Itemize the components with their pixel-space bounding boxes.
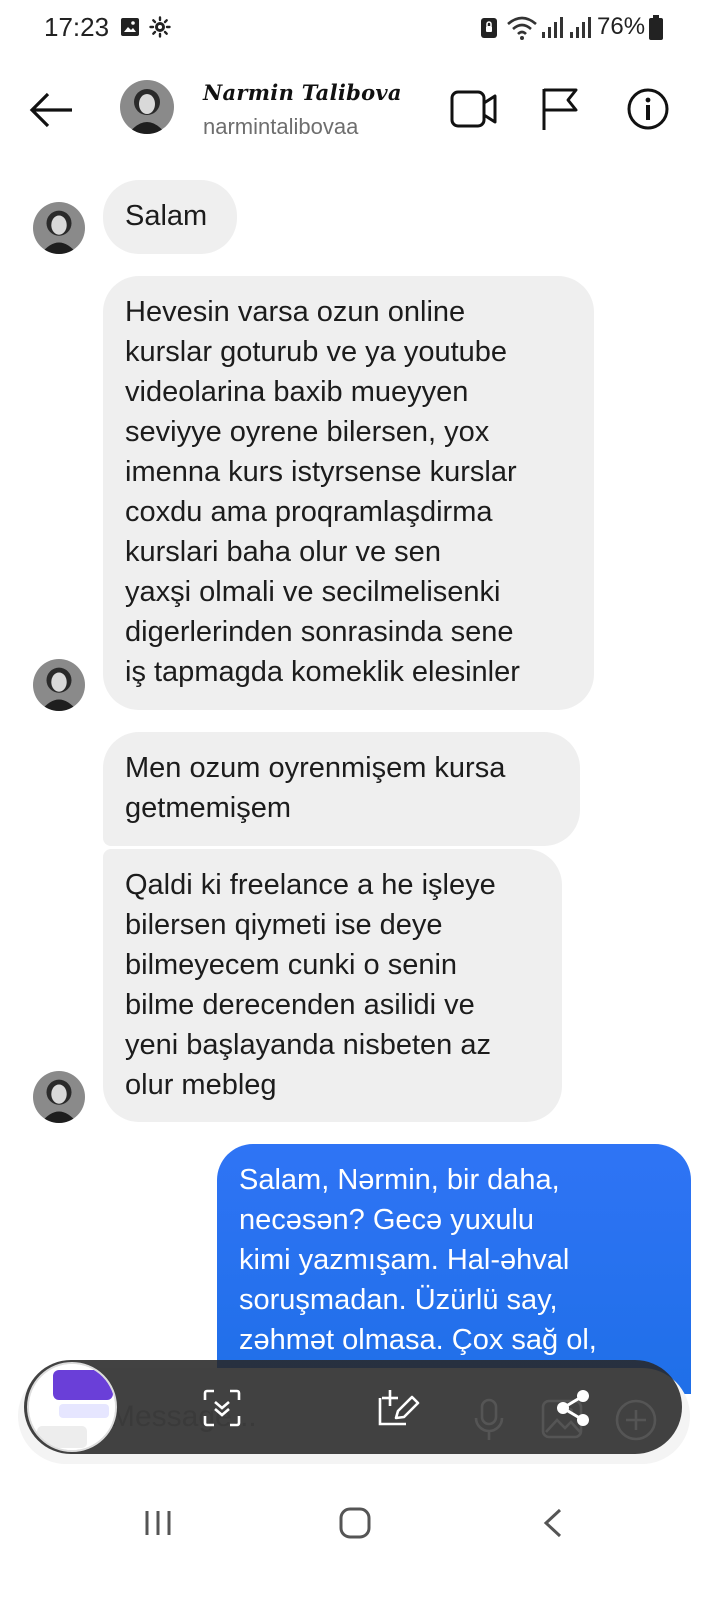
message-text: getmemişem [125, 792, 291, 824]
message-text: Men ozum oyrenmişem kursa [125, 752, 506, 784]
message-text: coxdu ama proqramlaşdirma [125, 496, 493, 528]
profile-photo [33, 1071, 85, 1123]
message-text: Salam, Nərmin, bir daha, [239, 1164, 560, 1196]
lock-icon [481, 18, 497, 38]
message-text: kurslar goturub ve ya youtube [125, 336, 508, 368]
sender-avatar[interactable] [33, 202, 85, 254]
message-text: videolarina baxib mueyyen [125, 376, 469, 408]
screenshot-preview [29, 1364, 115, 1450]
message-text: kurslari baha olur ve sen [125, 536, 441, 568]
message-bubble-received[interactable]: Hevesin varsa ozun online kurslar goturu… [103, 276, 594, 710]
signal-icon [542, 17, 563, 38]
edit-icon[interactable] [376, 1386, 422, 1430]
message-bubble-received[interactable]: Qaldi ki freelance a he işleye bilersen … [103, 849, 562, 1122]
back-arrow-icon[interactable] [28, 90, 74, 130]
message-bubble-received[interactable]: Men ozum oyrenmişem kursa getmemişem [103, 732, 580, 846]
profile-photo [33, 202, 85, 254]
recent-apps-icon[interactable] [142, 1508, 174, 1538]
gallery-icon [121, 18, 139, 36]
message-text: Salam [125, 200, 208, 232]
wifi-icon [507, 16, 537, 40]
message-text: yaxşi olmali ve secilmelisenki [125, 576, 501, 608]
profile-photo [120, 80, 174, 134]
video-call-icon[interactable] [450, 88, 498, 130]
system-navbar [0, 1480, 720, 1600]
contact-username[interactable]: narmintalibovaa [203, 114, 358, 140]
add-icon[interactable] [614, 1398, 658, 1442]
message-text: imenna kurs istyrsense kurslar [125, 456, 517, 488]
message-text: Hevesin varsa ozun online [125, 296, 466, 328]
share-icon[interactable] [553, 1388, 593, 1428]
message-text: bilme derecenden asilidi ve [125, 989, 475, 1021]
message-text: bilersen qiymeti ise deye [125, 909, 443, 941]
home-icon[interactable] [338, 1506, 372, 1540]
message-text: necəsən? Gecə yuxulu [239, 1204, 535, 1236]
info-icon[interactable] [626, 87, 670, 131]
contact-name[interactable]: Narmin Talibova [203, 80, 402, 105]
settings-icon [149, 16, 171, 38]
message-text: Qaldi ki freelance a he işleye [125, 869, 496, 901]
scroll-capture-icon[interactable] [202, 1388, 242, 1428]
battery-icon [649, 15, 663, 40]
message-text: bilmeyecem cunki o senin [125, 949, 458, 981]
message-text: iş tapmagda komeklik elesinler [125, 656, 520, 688]
message-bubble-received[interactable]: Salam [103, 180, 237, 254]
sender-avatar[interactable] [33, 659, 85, 711]
message-text: kimi yazmışam. Hal-əhval [239, 1244, 570, 1276]
message-bubble-sent[interactable]: Salam, Nərmin, bir daha, necəsən? Gecə y… [217, 1144, 691, 1394]
microphone-icon[interactable] [472, 1398, 506, 1442]
message-text: zəhmət olmasa. Çox sağ ol, [239, 1324, 597, 1356]
sender-avatar[interactable] [33, 1071, 85, 1123]
back-icon[interactable] [540, 1506, 566, 1540]
message-text: soruşmadan. Üzürlü say, [239, 1284, 558, 1316]
flag-icon[interactable] [540, 86, 580, 132]
message-text: seviyye oyrene bilersen, yox [125, 416, 490, 448]
profile-photo [33, 659, 85, 711]
status-bar: 17:23 76% [0, 0, 720, 58]
signal-icon [570, 17, 591, 38]
message-text: yeni başlayanda nisbeten az [125, 1029, 491, 1061]
avatar[interactable] [120, 80, 174, 134]
chat-header [0, 60, 720, 160]
status-time: 17:23 [44, 12, 110, 42]
screenshot-thumbnail[interactable] [27, 1362, 117, 1452]
message-text: digerlerinden sonrasinda sene [125, 616, 514, 648]
message-text: olur mebleg [125, 1069, 277, 1101]
battery-percent: 76% [597, 13, 646, 40]
